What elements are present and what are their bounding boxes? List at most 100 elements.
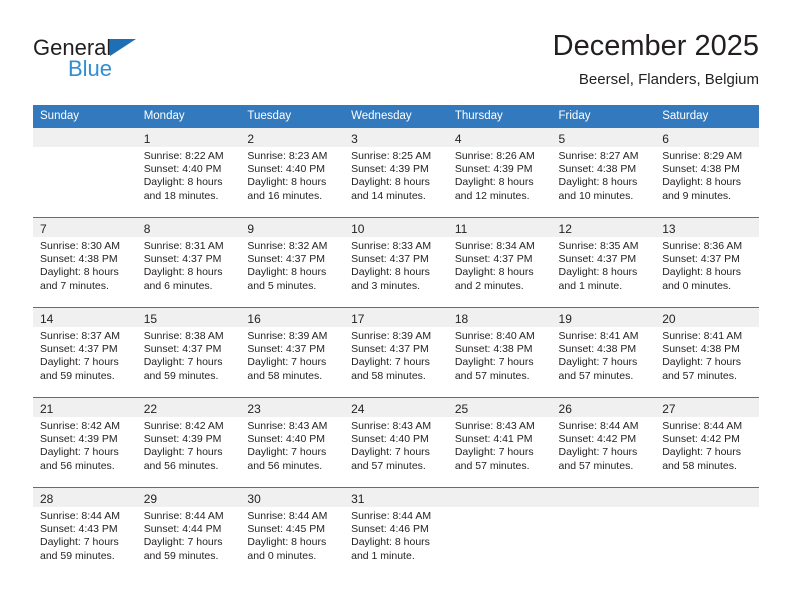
calendar-day[interactable]: 26 Sunrise: 8:44 AM Sunset: 4:42 PM Dayligh… bbox=[551, 397, 656, 487]
sunrise-text: Sunrise: 8:29 AM bbox=[662, 150, 743, 162]
day-number-band: 22 bbox=[136, 398, 241, 417]
sunrise-text: Sunrise: 8:23 AM bbox=[247, 150, 328, 162]
day-details: Sunrise: 8:23 AM Sunset: 4:40 PM Daylight:… bbox=[240, 147, 344, 203]
sunset-text: Sunset: 4:41 PM bbox=[454, 433, 533, 446]
calendar-cell bbox=[551, 487, 656, 577]
calendar-cell: 6 Sunrise: 8:29 AM Sunset: 4:38 PM Daylight… bbox=[655, 127, 759, 217]
calendar-day[interactable]: 30 Sunrise: 8:44 AM Sunset: 4:45 PM Dayligh… bbox=[240, 487, 345, 577]
daylight-text-line1: Daylight: 8 hours bbox=[351, 266, 430, 279]
calendar-cell: 27 Sunrise: 8:44 AM Sunset: 4:42 PM Dayligh… bbox=[655, 397, 759, 487]
day-number: 3 bbox=[351, 132, 358, 146]
calendar-day[interactable]: 8 Sunrise: 8:31 AM Sunset: 4:37 PM Daylight… bbox=[136, 217, 241, 307]
day-number-band bbox=[655, 488, 759, 507]
sunset-text: Sunset: 4:37 PM bbox=[351, 343, 429, 356]
calendar-cell: 23 Sunrise: 8:43 AM Sunset: 4:40 PM Dayligh… bbox=[240, 397, 345, 487]
daylight-text-line2: and 57 minutes. bbox=[662, 369, 737, 382]
calendar-day[interactable]: 9 Sunrise: 8:32 AM Sunset: 4:37 PM Daylight… bbox=[240, 217, 345, 307]
daylight-text-line2: and 0 minutes. bbox=[662, 279, 732, 292]
calendar-day[interactable]: 11 Sunrise: 8:34 AM Sunset: 4:37 PM Dayligh… bbox=[447, 217, 552, 307]
daylight-text-line1: Daylight: 7 hours bbox=[454, 446, 534, 459]
calendar-day[interactable]: 19 Sunrise: 8:41 AM Sunset: 4:38 PM Dayligh… bbox=[551, 307, 656, 397]
day-number-band: 25 bbox=[447, 398, 552, 417]
calendar-week-row: 14 Sunrise: 8:37 AM Sunset: 4:37 PM Dayligh… bbox=[33, 307, 759, 397]
day-number: 29 bbox=[143, 492, 158, 506]
calendar-day-empty bbox=[447, 487, 552, 577]
sunrise-text: Sunrise: 8:43 AM bbox=[351, 420, 432, 432]
day-number: 28 bbox=[40, 492, 54, 506]
calendar-day[interactable]: 18 Sunrise: 8:40 AM Sunset: 4:38 PM Dayligh… bbox=[447, 307, 552, 397]
sunset-text: Sunset: 4:37 PM bbox=[143, 253, 222, 266]
sunrise-text: Sunrise: 8:41 AM bbox=[558, 330, 639, 342]
weekday-header-tuesday: Tuesday bbox=[240, 105, 345, 127]
calendar-day[interactable]: 20 Sunrise: 8:41 AM Sunset: 4:38 PM Dayligh… bbox=[655, 307, 759, 397]
page-header: General Blue December 2025 Beersel, Flan… bbox=[33, 28, 759, 100]
day-number: 31 bbox=[351, 492, 365, 506]
calendar-header-row: Sunday Monday Tuesday Wednesday Thursday… bbox=[33, 105, 759, 127]
sunset-text: Sunset: 4:37 PM bbox=[558, 253, 637, 266]
daylight-text-line1: Daylight: 8 hours bbox=[40, 266, 119, 279]
calendar-day[interactable]: 7 Sunrise: 8:30 AM Sunset: 4:38 PM Daylight… bbox=[33, 217, 137, 307]
calendar-day[interactable]: 27 Sunrise: 8:44 AM Sunset: 4:42 PM Dayligh… bbox=[655, 397, 759, 487]
calendar-day[interactable]: 15 Sunrise: 8:38 AM Sunset: 4:37 PM Dayligh… bbox=[136, 307, 241, 397]
calendar-day[interactable]: 5 Sunrise: 8:27 AM Sunset: 4:38 PM Daylight… bbox=[551, 127, 656, 217]
day-number: 16 bbox=[247, 312, 261, 326]
calendar-day[interactable]: 12 Sunrise: 8:35 AM Sunset: 4:37 PM Dayligh… bbox=[551, 217, 656, 307]
sunrise-text: Sunrise: 8:43 AM bbox=[454, 420, 535, 432]
calendar-cell: 9 Sunrise: 8:32 AM Sunset: 4:37 PM Daylight… bbox=[240, 217, 345, 307]
sunrise-text: Sunrise: 8:44 AM bbox=[662, 420, 743, 432]
sunrise-text: Sunrise: 8:39 AM bbox=[351, 330, 432, 342]
calendar-day[interactable]: 21 Sunrise: 8:42 AM Sunset: 4:39 PM Dayligh… bbox=[33, 397, 137, 487]
calendar-day[interactable]: 23 Sunrise: 8:43 AM Sunset: 4:40 PM Dayligh… bbox=[240, 397, 345, 487]
day-details: Sunrise: 8:43 AM Sunset: 4:40 PM Daylight:… bbox=[344, 417, 448, 473]
day-number-band: 23 bbox=[240, 398, 345, 417]
day-number: 10 bbox=[351, 222, 365, 236]
daylight-text-line2: and 56 minutes. bbox=[40, 459, 115, 472]
sunset-text: Sunset: 4:37 PM bbox=[454, 253, 533, 266]
calendar-day[interactable]: 22 Sunrise: 8:42 AM Sunset: 4:39 PM Dayligh… bbox=[136, 397, 241, 487]
weekday-header-wednesday: Wednesday bbox=[344, 105, 448, 127]
calendar-day[interactable]: 1 Sunrise: 8:22 AM Sunset: 4:40 PM Daylight… bbox=[136, 127, 241, 217]
sunrise-text: Sunrise: 8:44 AM bbox=[143, 510, 224, 522]
day-number-band: 12 bbox=[551, 218, 656, 237]
calendar-day[interactable]: 31 Sunrise: 8:44 AM Sunset: 4:46 PM Dayligh… bbox=[344, 487, 448, 577]
day-details: Sunrise: 8:44 AM Sunset: 4:46 PM Daylight:… bbox=[344, 507, 448, 563]
calendar-day-empty bbox=[655, 487, 759, 577]
calendar-week-row: 1 Sunrise: 8:22 AM Sunset: 4:40 PM Daylight… bbox=[33, 127, 759, 217]
page-subtitle: Beersel, Flanders, Belgium bbox=[578, 71, 759, 88]
daylight-text-line2: and 57 minutes. bbox=[558, 369, 634, 382]
day-number: 1 bbox=[143, 132, 151, 146]
day-details: Sunrise: 8:22 AM Sunset: 4:40 PM Daylight:… bbox=[137, 147, 241, 203]
calendar-day[interactable]: 28 Sunrise: 8:44 AM Sunset: 4:43 PM Dayligh… bbox=[33, 487, 137, 577]
calendar-day[interactable]: 4 Sunrise: 8:26 AM Sunset: 4:39 PM Daylight… bbox=[447, 127, 552, 217]
calendar-day[interactable]: 25 Sunrise: 8:43 AM Sunset: 4:41 PM Dayligh… bbox=[447, 397, 552, 487]
sunrise-text: Sunrise: 8:44 AM bbox=[247, 510, 328, 522]
sunrise-text: Sunrise: 8:27 AM bbox=[558, 150, 639, 162]
daylight-text-line2: and 2 minutes. bbox=[454, 279, 524, 292]
day-details: Sunrise: 8:39 AM Sunset: 4:37 PM Daylight:… bbox=[240, 327, 344, 383]
daylight-text-line2: and 14 minutes. bbox=[351, 189, 426, 202]
calendar-cell bbox=[655, 487, 759, 577]
day-number: 14 bbox=[40, 312, 54, 326]
sunset-text: Sunset: 4:37 PM bbox=[247, 343, 326, 356]
calendar-day[interactable]: 29 Sunrise: 8:44 AM Sunset: 4:44 PM Dayligh… bbox=[136, 487, 241, 577]
day-number-band: 21 bbox=[33, 398, 137, 417]
day-details: Sunrise: 8:33 AM Sunset: 4:37 PM Daylight:… bbox=[344, 237, 448, 293]
day-number: 21 bbox=[40, 402, 54, 416]
day-number-band: 17 bbox=[344, 308, 448, 327]
daylight-text-line1: Daylight: 7 hours bbox=[351, 356, 430, 369]
calendar-cell: 5 Sunrise: 8:27 AM Sunset: 4:38 PM Daylight… bbox=[551, 127, 656, 217]
calendar-day[interactable]: 2 Sunrise: 8:23 AM Sunset: 4:40 PM Daylight… bbox=[240, 127, 345, 217]
daylight-text-line1: Daylight: 8 hours bbox=[558, 266, 638, 279]
calendar-day[interactable]: 17 Sunrise: 8:39 AM Sunset: 4:37 PM Dayligh… bbox=[344, 307, 448, 397]
calendar-day[interactable]: 14 Sunrise: 8:37 AM Sunset: 4:37 PM Dayligh… bbox=[33, 307, 137, 397]
calendar-day[interactable]: 24 Sunrise: 8:43 AM Sunset: 4:40 PM Dayligh… bbox=[344, 397, 448, 487]
day-number-band: 10 bbox=[344, 218, 448, 237]
calendar-cell: 1 Sunrise: 8:22 AM Sunset: 4:40 PM Daylight… bbox=[136, 127, 241, 217]
day-number: 17 bbox=[351, 312, 365, 326]
calendar-day[interactable]: 3 Sunrise: 8:25 AM Sunset: 4:39 PM Daylight… bbox=[344, 127, 448, 217]
calendar-day[interactable]: 13 Sunrise: 8:36 AM Sunset: 4:37 PM Dayligh… bbox=[655, 217, 759, 307]
calendar-day[interactable]: 16 Sunrise: 8:39 AM Sunset: 4:37 PM Dayligh… bbox=[240, 307, 345, 397]
calendar-day[interactable]: 6 Sunrise: 8:29 AM Sunset: 4:38 PM Daylight… bbox=[655, 127, 759, 217]
day-details: Sunrise: 8:29 AM Sunset: 4:38 PM Daylight:… bbox=[655, 147, 759, 203]
calendar-day[interactable]: 10 Sunrise: 8:33 AM Sunset: 4:37 PM Dayligh… bbox=[344, 217, 448, 307]
